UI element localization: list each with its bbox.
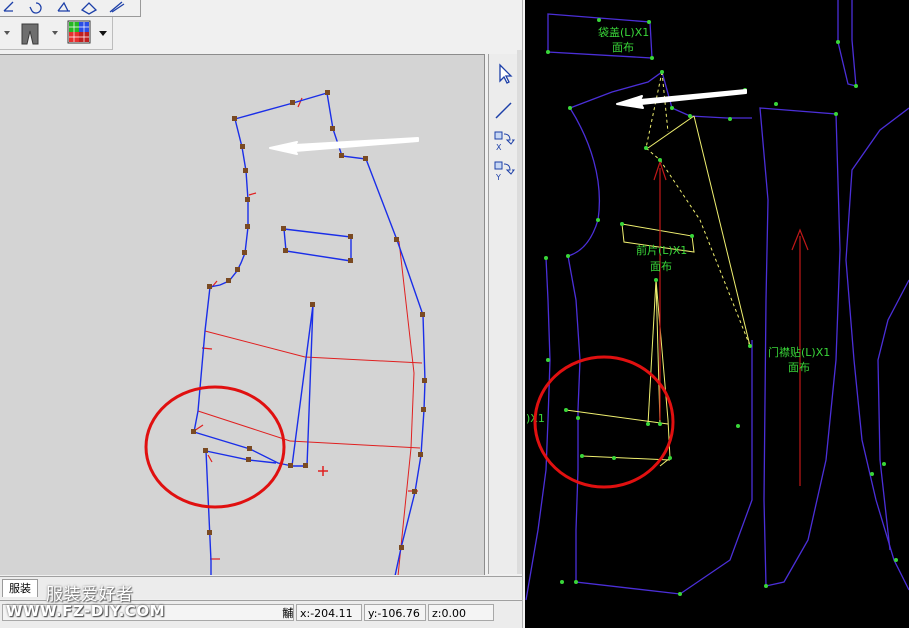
dashed-guide-lines [645, 71, 751, 347]
pants-icon [21, 23, 39, 45]
label-facing: 门襟贴(L)X1 [768, 345, 830, 359]
pattern-drawing-left[interactable] [0, 55, 484, 575]
secondary-toolbar [0, 17, 113, 50]
cursor-crosshair [318, 466, 328, 476]
label-front-piece-fabric: 面布 [650, 260, 672, 273]
white-arrow-annotation-right [616, 89, 747, 109]
top-toolbar-icons[interactable] [0, 0, 140, 16]
grain-lines [653, 160, 809, 486]
grading-lines [197, 240, 423, 575]
pencil-icon [109, 1, 125, 13]
label-pocket-flap: 袋盖(L)X1 [598, 25, 649, 39]
dropdown-arrow-icon [4, 31, 10, 35]
grade-icon-1 [3, 1, 14, 12]
dropdown-arrow-icon [99, 31, 107, 36]
status-x-coord: x:-204.11 [296, 604, 362, 621]
label-facing-fabric: 面布 [788, 361, 810, 374]
label-front-piece: 前片(L)X1 [636, 243, 687, 257]
select-arrow-icon[interactable] [492, 62, 516, 86]
pattern-outline-purple [525, 0, 909, 601]
pattern-outline-blue [193, 92, 426, 575]
dropdown-arrow-icon [52, 31, 58, 35]
svg-text:X: X [496, 143, 502, 152]
status-y-coord: y:-106.76 [364, 604, 426, 621]
tab-garment[interactable]: 服装 [2, 579, 38, 597]
mirror-y-icon[interactable]: Y [492, 158, 516, 182]
pattern-canvas-right[interactable]: 袋盖(L)X1 面布 前片(L)X1 面布 门襟贴(L)X1 面布 )X1 [525, 0, 909, 628]
grade-icon-2 [57, 1, 70, 12]
color-grid-icon [67, 20, 91, 44]
grading-tick-marks [193, 97, 418, 560]
highlight-circle-left [144, 385, 286, 509]
pattern-canvas-left[interactable] [0, 54, 485, 575]
left-cad-window: X Y 服装 黼 彋: 儬僙黼彋 2 x:-204.11 y:-106.76 z… [0, 0, 522, 628]
pattern-points [191, 90, 427, 550]
status-z-coord: z:0.00 [428, 604, 494, 621]
draw-line-icon[interactable] [492, 98, 516, 122]
white-arrow-annotation-left [269, 137, 419, 155]
ruler-icon [80, 2, 98, 15]
rotate-icon [29, 2, 42, 14]
side-toolbar: X Y [488, 54, 519, 574]
mirror-x-icon[interactable]: X [492, 128, 516, 152]
label-pocket-flap-fabric: 面布 [612, 41, 634, 54]
pattern-drawing-right[interactable]: 袋盖(L)X1 面布 前片(L)X1 面布 门襟贴(L)X1 面布 )X1 [525, 0, 909, 628]
top-toolbar [0, 0, 141, 17]
svg-text:Y: Y [495, 173, 501, 182]
watermark-url: WWW.FZ-DIY.COM [6, 602, 165, 620]
pattern-points-green [544, 18, 898, 596]
